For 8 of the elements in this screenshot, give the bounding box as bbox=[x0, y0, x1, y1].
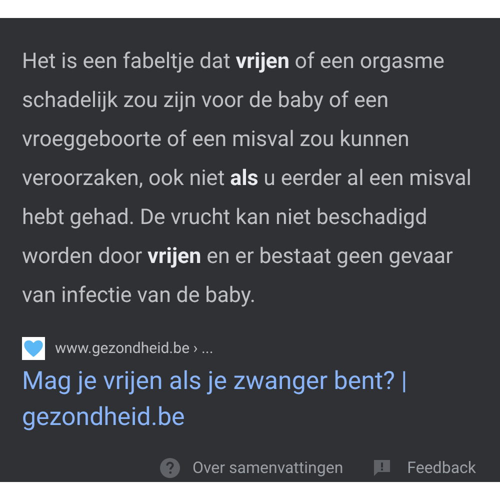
feedback-icon bbox=[373, 459, 392, 477]
heart-favicon-icon bbox=[22, 337, 45, 360]
about-summaries-button[interactable]: Over samenvattingen bbox=[160, 456, 344, 480]
result-title-link[interactable]: Mag je vrijen als je zwanger bent? | gezondheid.be bbox=[22, 364, 478, 436]
help-icon bbox=[160, 458, 180, 478]
source-url[interactable]: www.gezondheid.be › ... bbox=[55, 337, 214, 360]
snippet-text: Het is een fabeltje dat vrijen of een orgasme schadelijk zou zijn voor de baby of een vroeggeboorte of een misval zou kunnen veroorzaken, ook niet als u eerder al een misval hebt gehad. De vrucht kan niet beschadigd worden door vrijen en er bestaat geen gevaar van infectie van de baby. bbox=[22, 48, 473, 310]
feedback-button[interactable]: Feedback bbox=[373, 456, 476, 480]
